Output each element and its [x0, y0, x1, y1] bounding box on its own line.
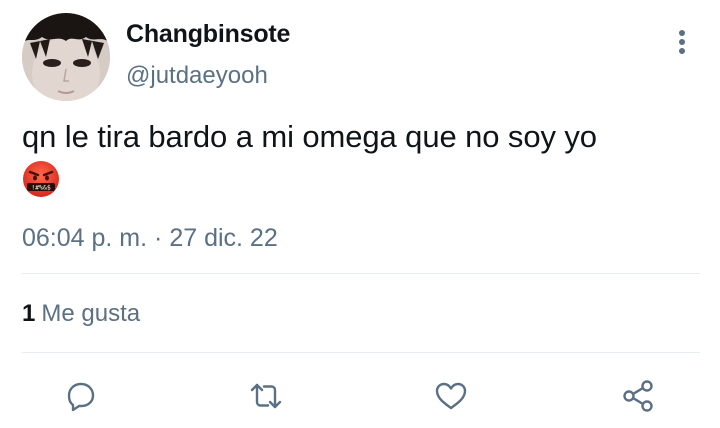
retweet-button[interactable] [240, 370, 292, 422]
avatar[interactable] [22, 13, 110, 101]
more-options-button[interactable] [664, 24, 700, 60]
share-button[interactable] [612, 370, 664, 422]
face-with-symbols-on-mouth-icon: !#%&$ [22, 160, 60, 198]
share-icon [623, 380, 653, 412]
divider [22, 273, 700, 274]
likes-summary[interactable]: 1 Me gusta [22, 300, 140, 328]
reply-icon [67, 382, 95, 412]
like-button[interactable] [425, 370, 477, 422]
likes-count: 1 [22, 300, 36, 327]
heart-icon [435, 382, 467, 410]
divider [22, 352, 700, 353]
tweet-text: qn le tira bardo a mi omega que no soy y… [22, 119, 597, 154]
display-name[interactable]: Changbinsote [126, 20, 290, 49]
timestamp-separator: · [154, 224, 163, 252]
likes-label: Me gusta [41, 300, 141, 327]
more-vertical-icon [679, 30, 685, 54]
reply-button[interactable] [55, 370, 107, 422]
tweet-time: 06:04 p. m. [22, 224, 148, 252]
retweet-icon [250, 383, 282, 409]
tweet-card: Changbinsote @jutdaeyooh qn le tira bard… [0, 0, 720, 428]
action-bar [0, 370, 720, 422]
user-handle[interactable]: @jutdaeyooh [126, 62, 268, 90]
tweet-timestamp[interactable]: 06:04 p. m. · 27 dic. 22 [22, 224, 278, 253]
tweet-date: 27 dic. 22 [169, 224, 278, 252]
svg-text:!#%&$: !#%&$ [31, 184, 51, 192]
